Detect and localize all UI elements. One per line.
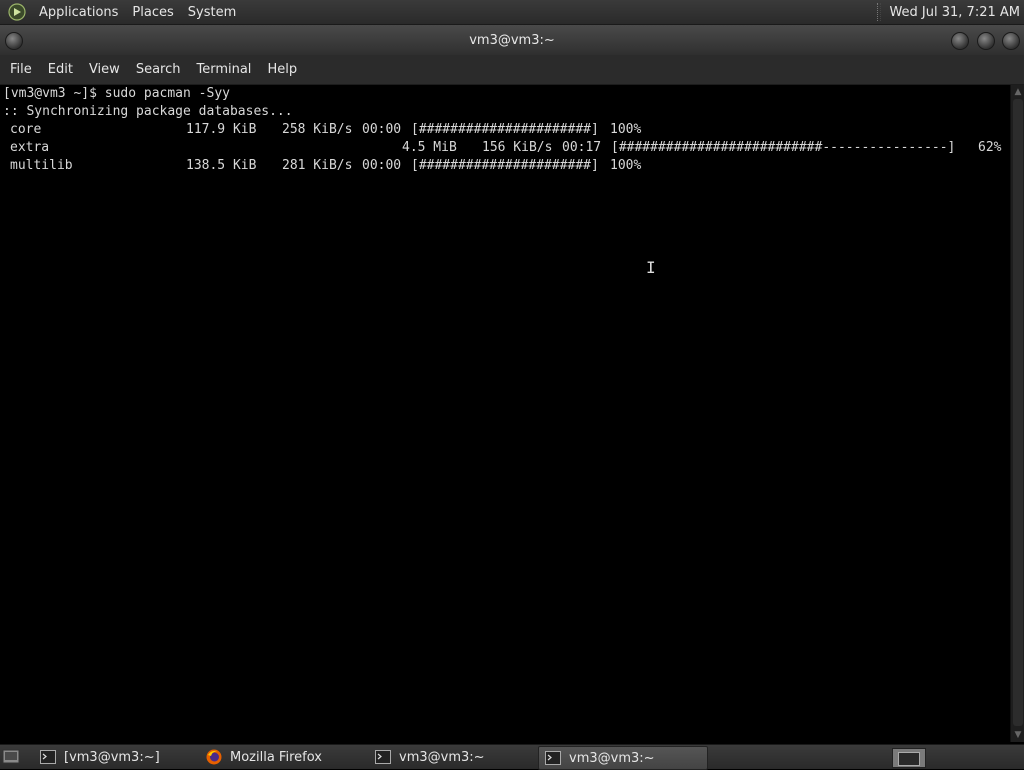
bottom-panel: [vm3@vm3:~] Mozilla Firefox vm3@vm3:~ vm… [0,744,1024,770]
firefox-icon [206,749,222,765]
panel-separator [877,3,882,21]
package-percent: 100% [610,158,642,173]
package-time: 00:17 [562,140,602,155]
terminal-output[interactable]: [vm3@vm3 ~]$ sudo pacman -Syy :: Synchro… [0,85,1010,742]
window-titlebar[interactable]: vm3@vm3:~ [0,25,1024,55]
scroll-up-arrow-icon[interactable]: ▲ [1011,85,1024,99]
package-percent: 100% [610,122,642,137]
taskbar-item-label: vm3@vm3:~ [569,750,655,766]
close-button[interactable] [1002,32,1020,50]
package-name: extra [10,140,50,155]
sync-line: :: Synchronizing package databases... [3,104,293,119]
taskbar-item-label: [vm3@vm3:~] [64,749,160,765]
package-progress-bar: [##########################-------------… [611,140,956,155]
menu-search[interactable]: Search [128,62,189,77]
show-desktop-icon[interactable] [2,748,20,765]
menu-edit[interactable]: Edit [40,62,81,77]
menu-view[interactable]: View [81,62,128,77]
terminal-menubar: File Edit View Search Terminal Help [0,55,1024,85]
applications-menu[interactable]: Applications [32,5,125,20]
top-panel: Applications Places System Wed Jul 31, 7… [0,0,1024,25]
package-percent: 62% [978,140,1002,155]
prompt-line: [vm3@vm3 ~]$ sudo pacman -Syy [3,86,230,101]
package-rate: 156 KiB/s [482,140,553,155]
terminal-icon [375,749,391,765]
package-name: multilib [10,158,73,173]
package-row-core: core 117.9 KiB 258 KiB/s 00:00 [########… [3,121,1010,139]
scroll-down-arrow-icon[interactable]: ▼ [1011,728,1024,742]
taskbar-item-firefox[interactable]: Mozilla Firefox [200,746,365,768]
menu-help[interactable]: Help [259,62,305,77]
menu-file[interactable]: File [2,62,40,77]
package-time: 00:00 [362,122,402,137]
workspace-switcher[interactable] [892,748,926,768]
package-row-extra: extra 4.5 MiB 156 KiB/s 00:17 [#########… [3,139,1010,157]
maximize-button[interactable] [977,32,995,50]
text-cursor-icon: I [646,258,656,277]
package-name: core [10,122,42,137]
package-row-multilib: multilib 138.5 KiB 281 KiB/s 00:00 [####… [3,157,1010,175]
package-rate: 281 KiB/s [282,158,353,173]
package-rate: 258 KiB/s [282,122,353,137]
menu-terminal[interactable]: Terminal [188,62,259,77]
terminal-scrollbar[interactable]: ▲ ▼ [1010,85,1024,742]
places-menu[interactable]: Places [125,5,180,20]
scrollbar-thumb[interactable] [1013,99,1023,726]
minimize-button[interactable] [951,32,969,50]
taskbar-item-label: Mozilla Firefox [230,749,322,765]
taskbar-item-terminal-2[interactable]: vm3@vm3:~ [369,746,534,768]
workspace-1[interactable] [898,752,920,766]
taskbar-item-label: vm3@vm3:~ [399,749,485,765]
terminal-icon [545,750,561,766]
taskbar-item-terminal-3-active[interactable]: vm3@vm3:~ [538,746,708,770]
package-time: 00:00 [362,158,402,173]
package-size: 138.5 KiB [186,158,257,173]
applications-logo-icon[interactable] [8,3,26,21]
terminal-icon [40,749,56,765]
window-title: vm3@vm3:~ [469,32,555,48]
package-progress-bar: [######################] [411,122,599,137]
clock[interactable]: Wed Jul 31, 7:21 AM [889,5,1024,20]
taskbar-item-terminal-1[interactable]: [vm3@vm3:~] [34,746,194,768]
window-menu-button[interactable] [5,32,23,50]
package-size: 4.5 MiB [402,140,457,155]
package-size: 117.9 KiB [186,122,257,137]
system-menu[interactable]: System [181,5,243,20]
package-progress-bar: [######################] [411,158,599,173]
